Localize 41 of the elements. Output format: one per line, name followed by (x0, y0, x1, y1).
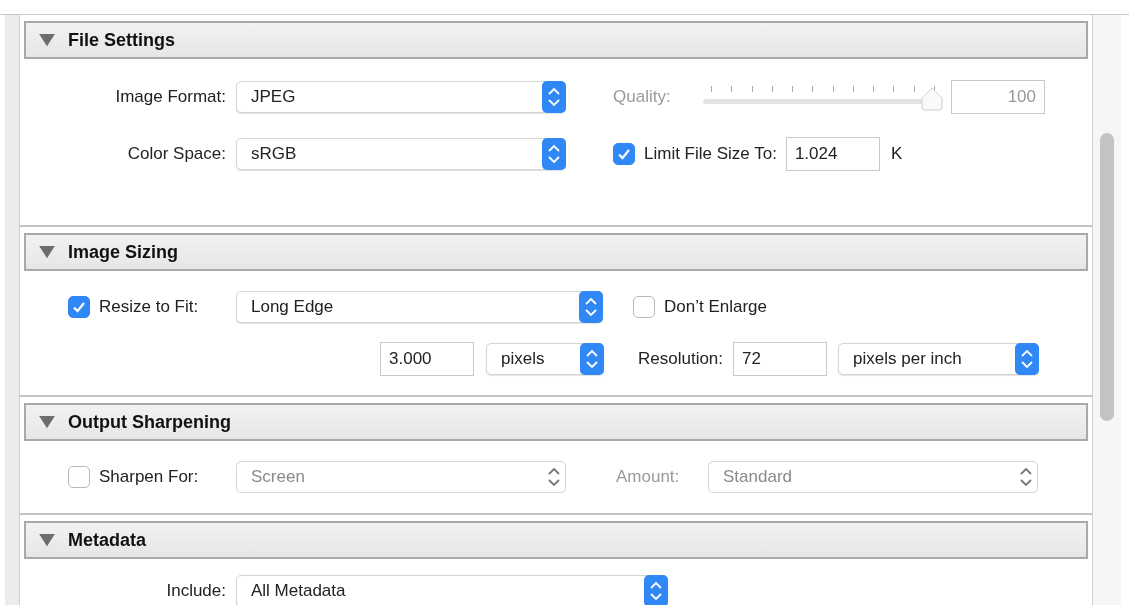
section-header[interactable]: File Settings (24, 21, 1088, 59)
checkbox-label: Resize to Fit: (99, 297, 199, 317)
field-label: Image Format: (114, 87, 226, 107)
section-title: File Settings (68, 29, 175, 51)
checkbox[interactable] (68, 296, 90, 318)
field-label: Color Space: (126, 144, 226, 164)
checkbox-label: Sharpen For: (99, 467, 199, 487)
disclosure-triangle-icon (38, 33, 56, 47)
section-header[interactable]: Output Sharpening (24, 403, 1088, 441)
stepper-icon (542, 81, 566, 113)
dropdown[interactable]: Long Edge (236, 291, 603, 323)
field-label: Amount: (616, 467, 681, 487)
checkbox[interactable] (613, 143, 635, 165)
section-title: Image Sizing (68, 241, 179, 263)
stepper-icon (542, 138, 566, 170)
field-label: Quality: (613, 87, 672, 107)
size-field[interactable]: 3.000 (380, 342, 474, 376)
stepper-icon (580, 343, 604, 375)
dropdown[interactable]: JPEG (236, 81, 566, 113)
dropdown[interactable]: pixels per inch (838, 343, 1040, 375)
resolution-field[interactable]: 72 (733, 342, 828, 376)
field-label: Resolution: (638, 349, 724, 369)
section-header[interactable]: Image Sizing (24, 233, 1088, 271)
section-title: Metadata (68, 529, 147, 551)
disclosure-triangle-icon (38, 533, 56, 547)
checkbox-label: Limit File Size To: (644, 144, 777, 164)
section-header[interactable]: Metadata (24, 521, 1088, 559)
dropdown[interactable]: sRGB (236, 138, 566, 170)
dropdown[interactable]: All Metadata (236, 575, 668, 605)
checkbox[interactable] (633, 296, 655, 318)
section-title: Output Sharpening (68, 411, 231, 433)
dropdown[interactable]: pixels (486, 343, 604, 375)
file-size-field[interactable]: 1.024 (785, 137, 880, 171)
field-label: Include: (165, 581, 226, 601)
checkbox-label: Don’t Enlarge (664, 297, 767, 317)
scrollbar[interactable] (1100, 133, 1114, 421)
disclosure-triangle-icon (38, 415, 56, 429)
stepper-icon (579, 291, 603, 323)
stepper-icon (1015, 343, 1040, 375)
disclosure-triangle-icon (38, 245, 56, 259)
unit-label: K (890, 144, 903, 164)
